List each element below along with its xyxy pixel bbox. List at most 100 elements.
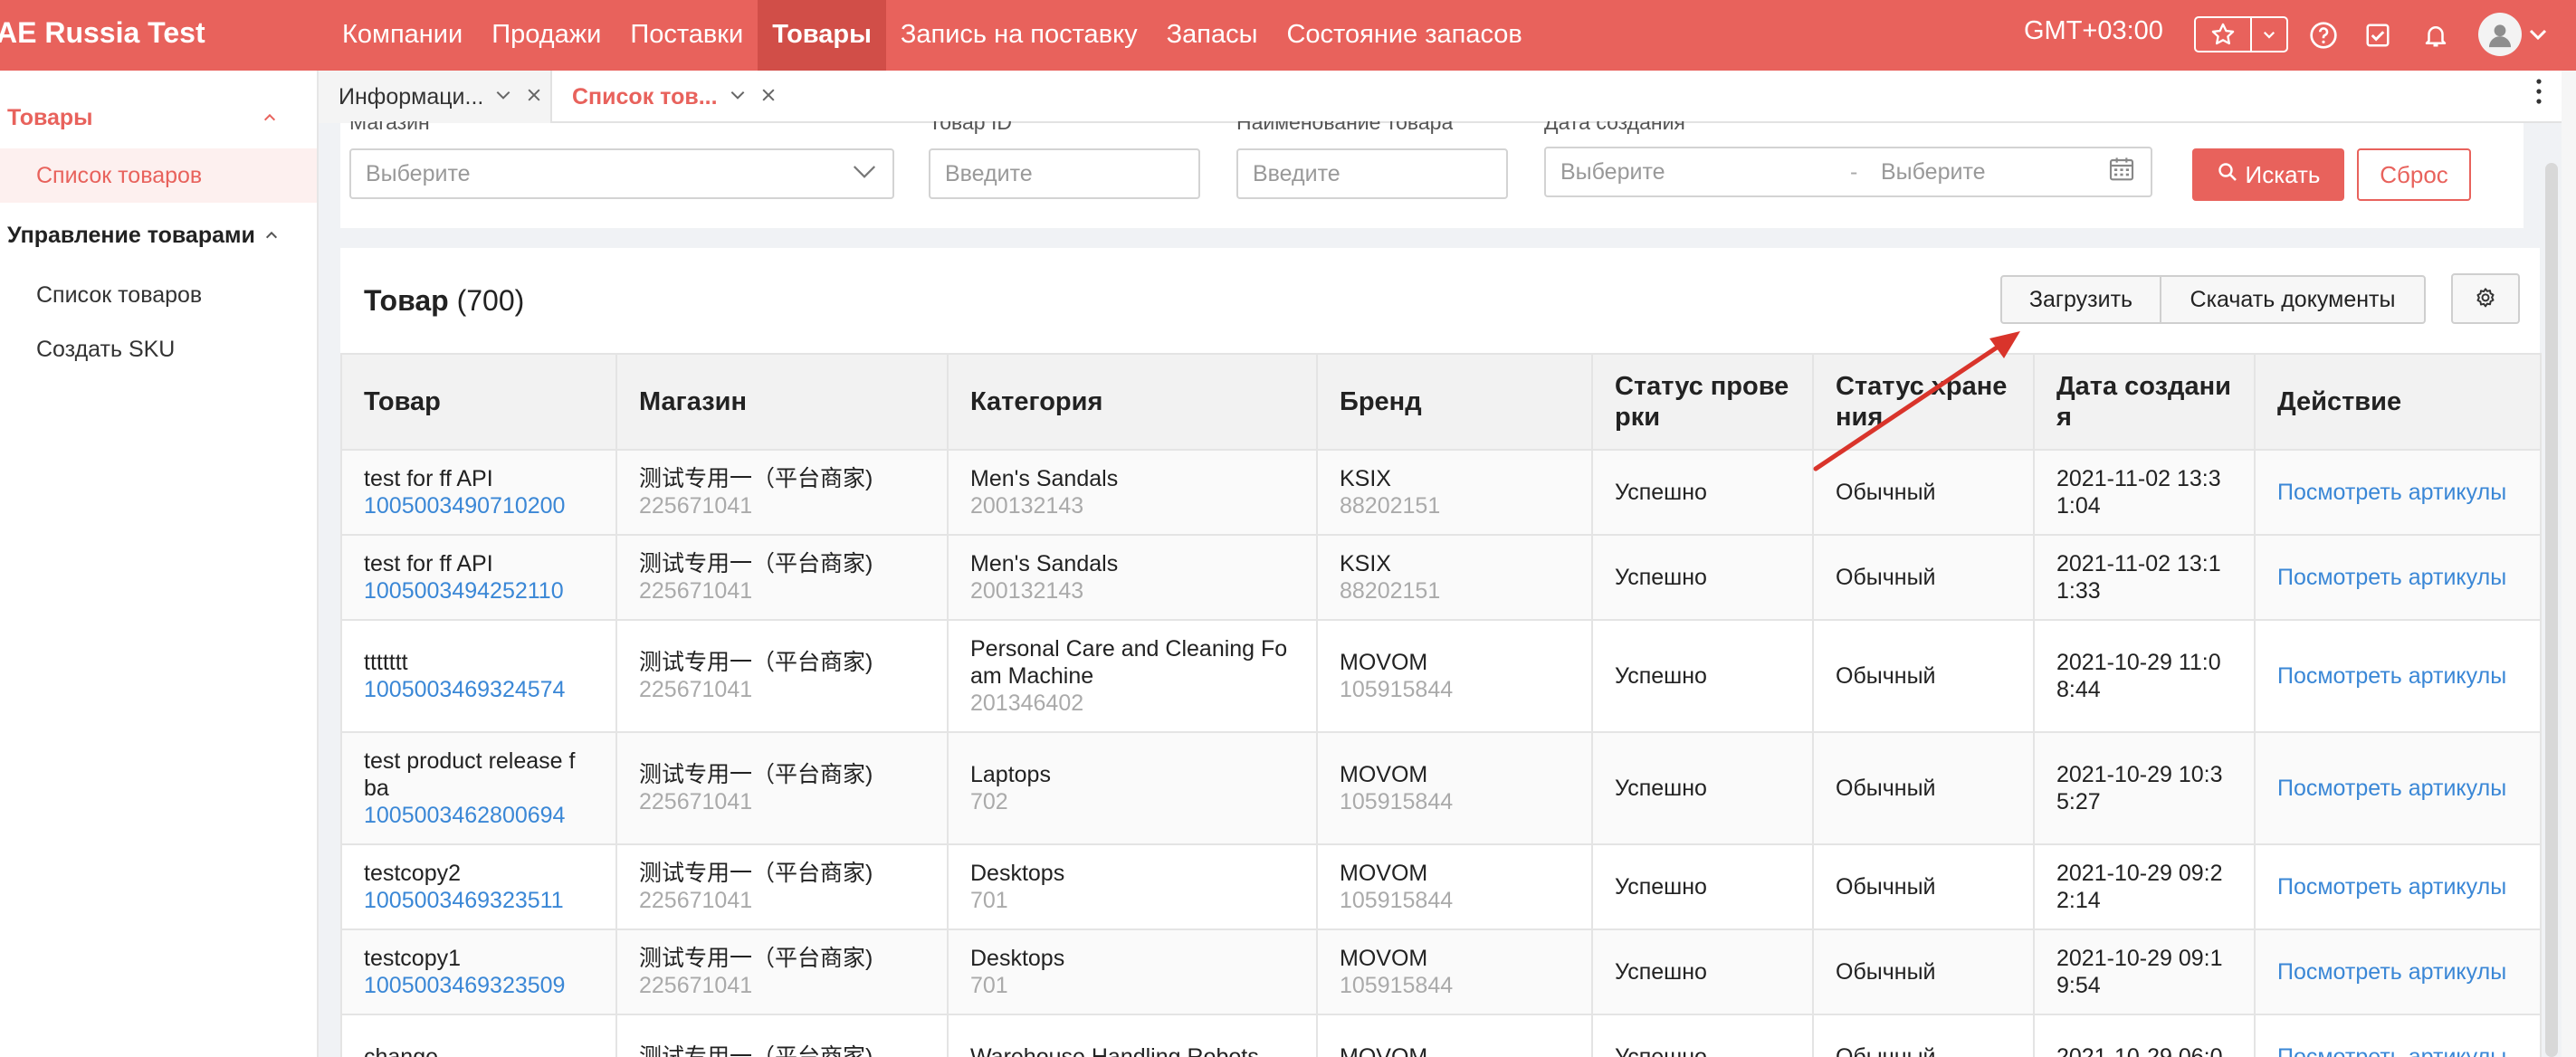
view-skus-link[interactable]: Посмотреть артикулы [2277, 480, 2506, 505]
product-id-link[interactable]: 1005003469324574 [364, 676, 594, 703]
app-brand[interactable]: AE Russia Test [0, 16, 205, 50]
column-header-brand[interactable]: Бренд [1316, 353, 1593, 451]
download-documents-button[interactable]: Скачать документы [2161, 277, 2424, 322]
storage-status-cell: Обычный [1812, 731, 2035, 845]
check-status-cell: Успешно [1591, 449, 1814, 536]
product-id-link[interactable]: 1005003494252110 [364, 577, 594, 605]
storage-status-cell: Обычный [1812, 1014, 2035, 1057]
nav-item-products[interactable]: Товары [758, 0, 886, 71]
column-header-action[interactable]: Действие [2254, 353, 2542, 451]
table-row: testcopy2 1005003469323511 测试专用一（平台商家) 225… [340, 843, 2542, 930]
star-icon[interactable] [2196, 18, 2250, 51]
store-id: 225671041 [639, 493, 753, 519]
store-name: 测试专用一（平台商家) [639, 946, 873, 971]
column-header-created-date[interactable]: Дата создани я [2033, 353, 2256, 451]
help-icon[interactable] [2306, 18, 2341, 52]
date-end-placeholder[interactable]: Выберите [1881, 159, 2107, 186]
action-cell: Посмотреть артикулы [2254, 534, 2542, 621]
view-skus-link[interactable]: Посмотреть артикулы [2277, 874, 2506, 900]
store-name: 测试专用一（平台商家) [639, 1044, 873, 1057]
nav-item-shipments[interactable]: Поставки [615, 0, 758, 71]
product-name: test for ff API [364, 551, 493, 576]
product-id-field[interactable] [945, 160, 1184, 187]
created-date-cell: 2021-10-29 09:1 9:54 [2033, 928, 2256, 1015]
timezone-label[interactable]: GMT+03:00 [2024, 16, 2163, 46]
nav-item-stock[interactable]: Запасы [1152, 0, 1273, 71]
chevron-down-icon[interactable] [494, 84, 512, 110]
tab-information[interactable]: Информаци... [319, 71, 552, 123]
bell-icon[interactable] [2419, 18, 2453, 52]
calendar-icon[interactable] [2107, 155, 2136, 190]
kebab-icon[interactable] [2534, 78, 2543, 110]
date-separator: - [1850, 158, 1858, 185]
table-row: test for ff API 1005003490710200 测试专用一（平台… [340, 449, 2542, 536]
view-skus-link[interactable]: Посмотреть артикулы [2277, 1044, 2506, 1057]
column-header-store[interactable]: Магазин [615, 353, 949, 451]
view-skus-link[interactable]: Посмотреть артикулы [2277, 959, 2506, 985]
brand-id: 105915844 [1340, 888, 1454, 913]
sidebar-item-product-list[interactable]: Список товаров [36, 163, 202, 189]
product-id-link[interactable]: 1005003469323509 [364, 972, 594, 999]
category-id: 701 [970, 888, 1008, 913]
nav-item-companies[interactable]: Компании [328, 0, 477, 71]
reset-button[interactable]: Сброс [2357, 148, 2471, 201]
product-name-field[interactable] [1253, 160, 1492, 187]
search-button-label: Искать [2245, 160, 2321, 188]
date-start-placeholder[interactable]: Выберите [1560, 159, 1850, 186]
category-id: 200132143 [970, 578, 1084, 604]
gear-icon[interactable] [2451, 273, 2520, 324]
table-row: ttttttt 1005003469324574 测试专用一（平台商家) 22567… [340, 619, 2542, 733]
check-status-cell: Успешно [1591, 534, 1814, 621]
user-icon[interactable] [2478, 13, 2522, 56]
chevron-up-icon[interactable] [262, 110, 277, 129]
close-icon[interactable] [759, 84, 778, 110]
category-id: 702 [970, 789, 1008, 814]
sidebar-group-product-management[interactable]: Управление товарами [7, 223, 255, 249]
window-edge [2562, 71, 2576, 1057]
search-button[interactable]: Искать [2192, 148, 2344, 201]
product-cell: test for ff API 1005003494252110 [340, 534, 617, 621]
brand-cell: KSIX 88202151 [1316, 449, 1593, 536]
view-skus-link[interactable]: Посмотреть артикулы [2277, 565, 2506, 590]
sidebar-item-product-list-2[interactable]: Список товаров [36, 282, 202, 309]
page-title: Товар (700) [364, 284, 524, 318]
nav-item-stock-status[interactable]: Состояние запасов [1272, 0, 1536, 71]
product-cell: change [340, 1014, 617, 1057]
nav-item-delivery-booking[interactable]: Запись на поставку [886, 0, 1152, 71]
column-header-check-status[interactable]: Статус прове рки [1591, 353, 1814, 451]
checkbox-icon[interactable] [2361, 18, 2395, 52]
sidebar-group-products[interactable]: Товары [7, 105, 93, 131]
chevron-down-icon[interactable] [2527, 24, 2549, 50]
product-id-link[interactable]: 1005003469323511 [364, 887, 594, 914]
category-cell: Men's Sandals 200132143 [947, 449, 1318, 536]
view-skus-link[interactable]: Посмотреть артикулы [2277, 776, 2506, 801]
category-name: Men's Sandals [970, 551, 1119, 576]
store-select[interactable]: Выберите [349, 148, 894, 199]
brand-cell: MOVOM 105915844 [1316, 731, 1593, 845]
product-id-link[interactable]: 1005003462800694 [364, 802, 594, 829]
sidebar-item-create-sku[interactable]: Создать SKU [36, 337, 175, 363]
chevron-up-icon[interactable] [264, 228, 279, 247]
close-icon[interactable] [525, 84, 543, 110]
product-id-input[interactable] [929, 148, 1200, 199]
view-skus-link[interactable]: Посмотреть артикулы [2277, 663, 2506, 689]
product-name-input[interactable] [1236, 148, 1508, 199]
top-navigation-bar: AE Russia Test Компании Продажи Поставки… [0, 0, 2576, 71]
product-id-link[interactable]: 1005003490710200 [364, 492, 594, 519]
product-name: testcopy2 [364, 861, 462, 886]
nav-item-sales[interactable]: Продажи [477, 0, 615, 71]
date-range-picker[interactable]: Выберите - Выберите [1544, 147, 2152, 197]
column-header-storage-status[interactable]: Статус хране ния [1812, 353, 2035, 451]
chevron-down-icon[interactable] [729, 84, 747, 110]
chevron-down-icon[interactable] [2250, 18, 2286, 51]
category-name: Warehouse Handling Robots [970, 1044, 1259, 1057]
column-header-category[interactable]: Категория [947, 353, 1318, 451]
chevron-down-icon [851, 157, 878, 191]
brand-id: 88202151 [1340, 493, 1441, 519]
category-name: Desktops [970, 946, 1065, 971]
upload-button[interactable]: Загрузить [2002, 277, 2161, 322]
tab-product-list[interactable]: Список тов... [552, 71, 1104, 123]
scrollbar[interactable] [2545, 163, 2558, 1057]
column-header-product[interactable]: Товар [340, 353, 617, 451]
brand-cell: MOVOM 105915844 [1316, 619, 1593, 733]
